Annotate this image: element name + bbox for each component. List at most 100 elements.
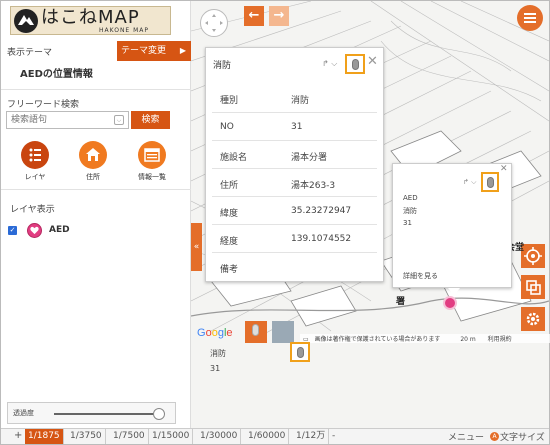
opacity-slider-handle[interactable] <box>152 408 165 420</box>
scale-option[interactable]: 1/3750 <box>67 429 106 444</box>
row-key: 緯度 <box>220 209 239 219</box>
aed-layer-checkbox[interactable]: ✓ <box>8 226 17 235</box>
scale-bar: + 1/1875 1/3750 1/7500 1/15000 1/30000 1… <box>1 428 549 444</box>
opacity-slider-track[interactable] <box>54 408 165 420</box>
tool-list-button[interactable]: 情報一覧 <box>122 141 182 182</box>
scale-option[interactable]: 1/60000 <box>245 429 290 444</box>
popup-marker-toggle-button[interactable] <box>345 54 365 74</box>
app-logo[interactable]: はこねMAP HAKONE MAP <box>10 6 171 35</box>
scale-text: 20 m <box>460 336 476 343</box>
layer-name: AED <box>49 225 70 235</box>
close-icon[interactable]: ✕ <box>367 54 378 69</box>
scale-option[interactable]: 1/1875 <box>25 429 64 444</box>
summary-line: 消防 <box>403 207 417 215</box>
row-value: 湯本263-3 <box>291 181 336 191</box>
row-value: 湯本分署 <box>291 153 328 163</box>
row-value: 31 <box>291 122 303 132</box>
current-theme-name: AEDの位置情報 <box>20 69 93 80</box>
layers-icon <box>21 141 49 169</box>
house-icon <box>79 141 107 169</box>
pegman-icon <box>252 324 259 336</box>
back-arrow-button[interactable]: ← <box>244 6 264 26</box>
popup-attribute-table: 種別 消防 NO 31 施設名 湯本分署 住所 湯本263-3 緯度 35.2327294… <box>212 84 377 280</box>
theme-change-button[interactable]: テーマ変更 ▶ <box>117 41 191 61</box>
zoom-in-button[interactable]: + <box>14 430 22 441</box>
layer-section-label: レイヤ表示 <box>10 205 55 215</box>
logo-title: はこねMAP <box>41 7 140 28</box>
freeword-label: フリーワード検索 <box>7 100 80 110</box>
list-icon <box>138 141 166 169</box>
table-row: 施設名 湯本分署 <box>212 140 377 168</box>
scale-option[interactable]: 1/30000 <box>197 429 242 444</box>
popup-expand-icon[interactable]: ↱ ⌵ <box>322 59 337 69</box>
row-key: 備考 <box>220 265 239 275</box>
table-row: NO 31 <box>212 112 377 140</box>
divider <box>1 89 191 90</box>
current-location-button[interactable] <box>521 244 545 268</box>
hamburger-menu-button[interactable] <box>517 5 543 31</box>
play-arrow-icon: ▶ <box>179 46 186 55</box>
map-pan-control[interactable] <box>200 9 228 37</box>
table-row: 種別 消防 <box>212 84 377 112</box>
search-dropdown-icon[interactable]: ⌵ <box>114 115 124 125</box>
google-logo: Google <box>197 327 233 339</box>
forward-arrow-button[interactable]: → <box>269 6 289 26</box>
terms-link[interactable]: 利用規約 <box>488 336 512 343</box>
divider <box>1 189 191 190</box>
hover-label: 消防 <box>210 349 226 358</box>
scale-option[interactable]: 1/15000 <box>149 429 194 444</box>
tool-address-button[interactable]: 住所 <box>63 141 123 182</box>
imagery-thumbnail-button[interactable] <box>272 321 294 343</box>
menu-link[interactable]: メニュー <box>448 430 484 443</box>
close-icon[interactable]: ✕ <box>500 164 508 174</box>
theme-change-label: テーマ変更 <box>121 46 167 56</box>
opacity-control: 透過度 <box>7 402 176 424</box>
popup-title: 消防 <box>213 61 232 71</box>
search-input[interactable] <box>6 111 129 129</box>
row-value: 消防 <box>291 96 310 106</box>
mountain-logo-icon <box>14 9 38 33</box>
tool-layer-button[interactable]: レイヤ <box>5 141 65 182</box>
collapse-sidebar-button[interactable]: « <box>191 223 202 271</box>
sidebar: はこねMAP HAKONE MAP 表示テーマ テーマ変更 ▶ AEDの位置情報… <box>1 1 191 428</box>
zoom-out-button[interactable]: - <box>329 429 338 444</box>
logo-subtitle: HAKONE MAP <box>99 27 150 34</box>
opacity-label: 透過度 <box>13 409 34 417</box>
marker-pill-icon <box>297 347 304 358</box>
scale-option[interactable]: 1/12万 <box>293 429 330 444</box>
layer-switch-button[interactable] <box>521 275 545 299</box>
hover-label: 31 <box>210 364 221 373</box>
tool-list-label: 情報一覧 <box>138 173 166 181</box>
tool-address-label: 住所 <box>86 173 100 181</box>
map-attribution: ▭ 画像は著作権で保護されている場合があります 20 m 利用規約 <box>300 334 550 343</box>
aed-map-marker[interactable] <box>443 296 457 310</box>
popup-marker-toggle-button[interactable] <box>481 172 499 192</box>
marker-summary-popup: ✕ ↱ ⌵ AED 消防 31 詳細を見る <box>392 163 512 295</box>
marker-pill-icon <box>352 59 359 70</box>
row-key: NO <box>220 122 234 132</box>
aed-heart-icon <box>27 223 42 238</box>
font-size-link[interactable]: 文字サイズ <box>500 430 545 443</box>
table-row: 備考 <box>212 252 377 280</box>
tool-layer-label: レイヤ <box>24 173 46 181</box>
font-size-icon: A <box>490 432 499 441</box>
map-label-station: 署 <box>396 297 406 307</box>
table-row: 緯度 35.23272947 <box>212 196 377 224</box>
marker-toggle-button[interactable] <box>290 342 310 362</box>
summary-line: AED <box>403 194 418 202</box>
search-button[interactable]: 検索 <box>131 111 170 129</box>
scale-option[interactable]: 1/7500 <box>110 429 149 444</box>
details-link[interactable]: 詳細を見る <box>403 271 438 281</box>
table-row: 経度 139.1074552 <box>212 224 377 252</box>
table-row: 住所 湯本263-3 <box>212 168 377 196</box>
street-view-toggle-button[interactable] <box>245 321 267 343</box>
row-value: 139.1074552 <box>291 234 352 244</box>
facility-info-popup: 消防 ↱ ⌵ ✕ 種別 消防 NO 31 施設名 湯本分署 住所 湯本263-3 緯度 3… <box>205 47 384 282</box>
row-key: 種別 <box>220 96 239 106</box>
row-key: 施設名 <box>220 153 248 163</box>
theme-label: 表示テーマ <box>7 48 53 58</box>
settings-gear-button[interactable] <box>521 307 545 331</box>
popup-tail <box>448 288 460 295</box>
popup-expand-icon[interactable]: ↱ ⌵ <box>463 178 476 187</box>
summary-line: 31 <box>403 219 412 227</box>
